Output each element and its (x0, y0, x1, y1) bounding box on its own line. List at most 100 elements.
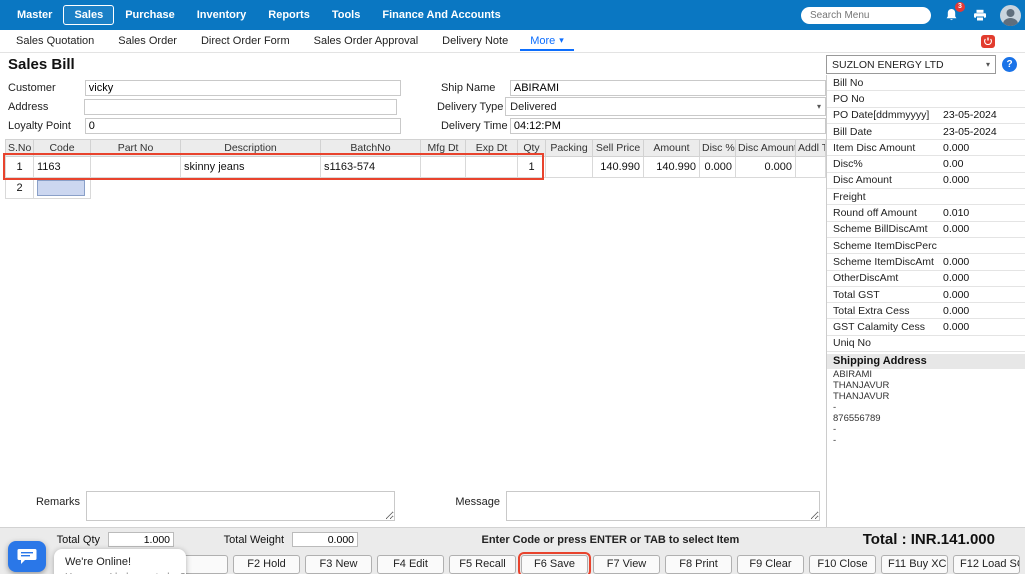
fkey-f7-view[interactable]: F7 View (593, 555, 660, 574)
search-input[interactable] (801, 7, 931, 24)
delivery-type-label: Delivery Type (437, 101, 505, 113)
cell-batch-no[interactable]: s1163-574 (321, 157, 421, 178)
bill-header-form: Customer Ship Name Address Delivery Type… (0, 75, 826, 135)
chat-widget: We're Online! How may I help you today? (8, 541, 186, 574)
col-description: Description (181, 140, 321, 157)
top-navigation: Master Sales Purchase Inventory Reports … (0, 0, 1025, 30)
total-weight-input[interactable] (292, 532, 358, 547)
title-row: Sales Bill SUZLON ENERGY LTD ▾ ? (0, 53, 1025, 75)
chat-icon[interactable] (8, 541, 46, 572)
nav-item-purchase[interactable]: Purchase (114, 5, 186, 25)
field-freight: Freight (827, 189, 1025, 205)
address-input[interactable] (84, 99, 397, 115)
field-po-no: PO No (827, 91, 1025, 107)
fkey-f12-load-so[interactable]: F12 Load SO (953, 555, 1020, 574)
subnav-direct-order-form[interactable]: Direct Order Form (189, 31, 302, 51)
cell-sno[interactable]: 1 (6, 157, 34, 178)
fkey-f4-edit[interactable]: F4 Edit (377, 555, 444, 574)
cell-sell-price[interactable]: 140.990 (593, 157, 644, 178)
field-disc-pct: Disc%0.00 (827, 156, 1025, 172)
delivery-type-value: Delivered (510, 101, 556, 113)
address-label: Address (0, 101, 84, 113)
cell-packing[interactable] (546, 157, 593, 178)
message-label: Message (395, 491, 506, 508)
subnav-sales-order-approval[interactable]: Sales Order Approval (302, 31, 431, 51)
nav-item-inventory[interactable]: Inventory (186, 5, 258, 25)
subnav-sales-order[interactable]: Sales Order (106, 31, 189, 51)
message-textarea[interactable] (506, 491, 820, 521)
fkey-f5-recall[interactable]: F5 Recall (449, 555, 516, 574)
field-round-off: Round off Amount0.010 (827, 205, 1025, 221)
items-table-header: S.No Code Part No Description BatchNo Mf… (6, 140, 826, 157)
col-sno: S.No (6, 140, 34, 157)
field-uniq-no: Uniq No (827, 336, 1025, 352)
nav-item-tools[interactable]: Tools (321, 5, 372, 25)
field-disc-amount: Disc Amount0.000 (827, 173, 1025, 189)
cell-sno: 2 (6, 178, 34, 199)
col-batch-no: BatchNo (321, 140, 421, 157)
company-select[interactable]: SUZLON ENERGY LTD ▾ (826, 55, 996, 74)
fkey-f10-close[interactable]: F10 Close (809, 555, 876, 574)
remarks-label: Remarks (0, 491, 86, 508)
main-area: Customer Ship Name Address Delivery Type… (0, 75, 1025, 527)
cell-code[interactable]: 1163 (34, 157, 91, 178)
fkey-f8-print[interactable]: F8 Print (665, 555, 732, 574)
cell-part-no[interactable] (91, 157, 181, 178)
field-scheme-item-disc-perc: Scheme ItemDiscPerc (827, 238, 1025, 254)
nav-item-reports[interactable]: Reports (257, 5, 321, 25)
item-code-input[interactable] (37, 180, 85, 196)
col-disc-pct: Disc % (700, 140, 736, 157)
topnav-right-tools: 3 (801, 5, 1019, 26)
nav-item-sales[interactable]: Sales (63, 5, 114, 25)
cell-mfg-dt[interactable] (421, 157, 466, 178)
loyalty-point-label: Loyalty Point (0, 120, 85, 132)
subnav-sales-quotation[interactable]: Sales Quotation (4, 31, 106, 51)
col-code: Code (34, 140, 91, 157)
cell-qty[interactable]: 1 (518, 157, 546, 178)
field-item-disc-amount: Item Disc Amount0.000 (827, 140, 1025, 156)
cell-addl-tax[interactable] (796, 157, 826, 178)
fkey-f9-clear[interactable]: F9 Clear (737, 555, 804, 574)
subnav-more-menu[interactable]: More ▾ (520, 32, 574, 51)
fkey-f11-buy-xcare[interactable]: F11 Buy XCare (881, 555, 948, 574)
cell-amount[interactable]: 140.990 (644, 157, 700, 178)
col-exp-dt: Exp Dt (466, 140, 518, 157)
field-gst-calamity-cess: GST Calamity Cess0.000 (827, 319, 1025, 335)
delivery-type-select[interactable]: Delivered ▾ (505, 97, 826, 116)
subnav-delivery-note[interactable]: Delivery Note (430, 31, 520, 51)
col-addl-tax: Addl Ta (796, 140, 826, 157)
chat-bubble: We're Online! How may I help you today? (54, 549, 186, 574)
shipping-line: - (827, 402, 1025, 413)
nav-item-finance[interactable]: Finance And Accounts (371, 5, 511, 25)
cell-code-entry (34, 178, 91, 199)
item-row-new: 2 (6, 178, 826, 199)
shipping-line: - (827, 435, 1025, 446)
delivery-time-input[interactable] (510, 118, 826, 134)
fkey-f2-hold[interactable]: F2 Hold (233, 555, 300, 574)
user-avatar[interactable] (1000, 5, 1021, 26)
fkey-f6-save[interactable]: F6 Save (521, 555, 588, 574)
shipping-line: - (827, 424, 1025, 435)
nav-item-master[interactable]: Master (6, 5, 63, 25)
remarks-textarea[interactable] (86, 491, 395, 521)
chat-status: We're Online! (65, 556, 175, 568)
loyalty-point-input[interactable] (85, 118, 401, 134)
cell-disc-amount[interactable]: 0.000 (736, 157, 796, 178)
ship-name-label: Ship Name (441, 82, 510, 94)
field-bill-no: Bill No (827, 75, 1025, 91)
notification-bell-icon[interactable]: 3 (942, 6, 960, 24)
cell-disc-pct[interactable]: 0.000 (700, 157, 736, 178)
ship-name-input[interactable] (510, 80, 826, 96)
shipping-line: 876556789 (827, 413, 1025, 424)
field-other-disc-amt: OtherDiscAmt0.000 (827, 271, 1025, 287)
power-icon[interactable] (981, 35, 995, 48)
cell-description[interactable]: skinny jeans (181, 157, 321, 178)
printer-icon[interactable] (971, 6, 989, 24)
company-select-value: SUZLON ENERGY LTD (832, 59, 944, 71)
customer-input[interactable] (85, 80, 401, 96)
cell-exp-dt[interactable] (466, 157, 518, 178)
items-table-wrap: S.No Code Part No Description BatchNo Mf… (5, 139, 825, 199)
field-total-extra-cess: Total Extra Cess0.000 (827, 303, 1025, 319)
help-icon[interactable]: ? (1002, 57, 1017, 72)
fkey-f3-new[interactable]: F3 New (305, 555, 372, 574)
